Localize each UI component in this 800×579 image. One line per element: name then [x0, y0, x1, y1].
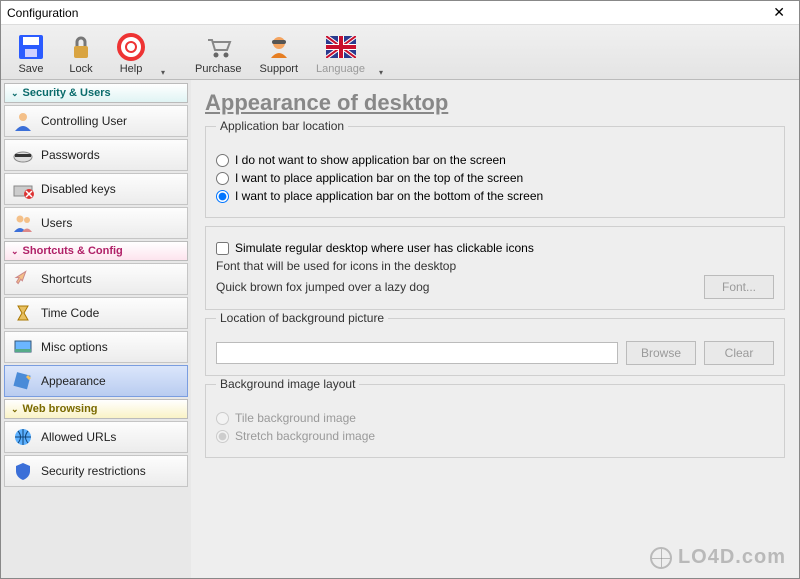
sidebar-item-appearance[interactable]: Appearance [4, 365, 188, 397]
user-icon [11, 109, 35, 133]
background-path-input[interactable] [216, 342, 618, 364]
language-label: Language [316, 63, 365, 75]
globe-icon [650, 547, 672, 569]
support-button[interactable]: Support [252, 29, 307, 77]
sidebar-item-passwords[interactable]: Passwords [4, 139, 188, 171]
save-button[interactable]: Save [7, 29, 55, 77]
watermark: LO4D.com [650, 546, 786, 569]
sidebar-item-allowed-urls[interactable]: Allowed URLs [4, 421, 188, 453]
page-title: Appearance of desktop [205, 90, 785, 116]
sidebar-item-label: Passwords [41, 148, 100, 162]
sidebar-item-time-code[interactable]: Time Code [4, 297, 188, 329]
help-icon [115, 31, 147, 63]
appbar-option-bottom[interactable]: I want to place application bar on the b… [216, 189, 774, 203]
sidebar: ⌄Security & Users Controlling User Passw… [1, 80, 191, 578]
toolbar: Save Lock Help ▾ Purchase Support Langua… [1, 25, 799, 80]
sidebar-item-label: Disabled keys [41, 182, 116, 196]
chevron-down-icon: ⌄ [11, 404, 19, 415]
sidebar-item-label: Allowed URLs [41, 430, 116, 444]
sidebar-item-label: Appearance [41, 374, 106, 388]
font-caption: Font that will be used for icons in the … [216, 259, 774, 273]
lock-icon [65, 31, 97, 63]
browse-button[interactable]: Browse [626, 341, 696, 365]
save-icon [15, 31, 47, 63]
appbar-fieldset: Application bar location I do not want t… [205, 126, 785, 218]
globe-icon [11, 425, 35, 449]
window-title: Configuration [7, 6, 765, 20]
group-security-users[interactable]: ⌄Security & Users [4, 83, 188, 103]
clear-button[interactable]: Clear [704, 341, 774, 365]
language-dropdown-icon[interactable]: ▾ [375, 54, 387, 77]
keyboard-x-icon [11, 177, 35, 201]
group-shortcuts-config[interactable]: ⌄Shortcuts & Config [4, 241, 188, 261]
body: ⌄Security & Users Controlling User Passw… [1, 80, 799, 578]
users-icon [11, 211, 35, 235]
group-web-browsing[interactable]: ⌄Web browsing [4, 399, 188, 419]
sidebar-item-users[interactable]: Users [4, 207, 188, 239]
layout-legend: Background image layout [216, 377, 359, 391]
sidebar-item-misc-options[interactable]: Misc options [4, 331, 188, 363]
background-legend: Location of background picture [216, 311, 388, 325]
appearance-icon [11, 369, 35, 393]
sidebar-item-label: Security restrictions [41, 464, 146, 478]
titlebar: Configuration ✕ [1, 1, 799, 25]
appbar-option-top[interactable]: I want to place application bar on the t… [216, 171, 774, 185]
language-button[interactable]: Language [308, 29, 373, 77]
config-window: Configuration ✕ Save Lock Help ▾ Purchas… [0, 0, 800, 579]
appbar-option-none[interactable]: I do not want to show application bar on… [216, 153, 774, 167]
font-sample: Quick brown fox jumped over a lazy dog [216, 280, 429, 294]
purchase-button[interactable]: Purchase [187, 29, 249, 77]
layout-option-stretch: Stretch background image [216, 429, 774, 443]
sidebar-item-shortcuts[interactable]: Shortcuts [4, 263, 188, 295]
help-button[interactable]: Help [107, 29, 155, 77]
font-button[interactable]: Font... [704, 275, 774, 299]
pointer-icon [11, 267, 35, 291]
help-dropdown-icon[interactable]: ▾ [157, 54, 169, 77]
content-panel: Appearance of desktop Application bar lo… [191, 80, 799, 578]
chevron-down-icon: ⌄ [11, 88, 19, 99]
sidebar-item-disabled-keys[interactable]: Disabled keys [4, 173, 188, 205]
close-icon[interactable]: ✕ [765, 4, 793, 21]
password-icon [11, 143, 35, 167]
background-fieldset: Location of background picture Browse Cl… [205, 318, 785, 376]
simulate-desktop-checkbox[interactable]: Simulate regular desktop where user has … [216, 241, 774, 255]
purchase-label: Purchase [195, 63, 241, 75]
desktop-icon [11, 335, 35, 359]
sidebar-item-label: Controlling User [41, 114, 127, 128]
support-label: Support [260, 63, 299, 75]
help-label: Help [120, 63, 143, 75]
sidebar-item-label: Shortcuts [41, 272, 92, 286]
sidebar-item-label: Time Code [41, 306, 99, 320]
layout-fieldset: Background image layout Tile background … [205, 384, 785, 458]
sidebar-item-controlling-user[interactable]: Controlling User [4, 105, 188, 137]
lock-button[interactable]: Lock [57, 29, 105, 77]
shield-icon [11, 459, 35, 483]
chevron-down-icon: ⌄ [11, 246, 19, 257]
hourglass-icon [11, 301, 35, 325]
sidebar-item-security-restrictions[interactable]: Security restrictions [4, 455, 188, 487]
flag-icon [325, 31, 357, 63]
support-icon [263, 31, 295, 63]
sidebar-item-label: Users [41, 216, 72, 230]
save-label: Save [18, 63, 43, 75]
layout-option-tile: Tile background image [216, 411, 774, 425]
sidebar-item-label: Misc options [41, 340, 108, 354]
cart-icon [202, 31, 234, 63]
lock-label: Lock [69, 63, 92, 75]
appbar-legend: Application bar location [216, 119, 348, 133]
desktop-fieldset: Simulate regular desktop where user has … [205, 226, 785, 310]
